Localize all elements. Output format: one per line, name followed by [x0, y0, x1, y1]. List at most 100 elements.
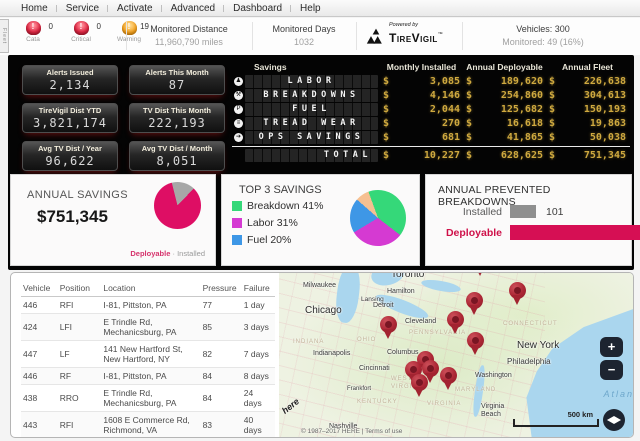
kpi-tiles: Alerts Issued2,134 Alerts This Month87 T… [22, 65, 225, 171]
map-pin[interactable] [440, 367, 457, 384]
divider [126, 22, 127, 50]
tile-avg-dist-year[interactable]: Avg TV Dist / Year96,622 [22, 141, 118, 171]
vehicles-summary: Vehicles: 300 Monitored: 49 (16%) [478, 24, 608, 47]
map-pin[interactable] [467, 332, 484, 349]
annual-fleet-header: Annual Fleet [546, 62, 629, 72]
city-label: Detroit [373, 302, 394, 309]
map-zoom-in-button[interactable]: + [600, 337, 623, 357]
col-vehicle[interactable]: Vehicle [21, 280, 58, 297]
map-zoom-out-button[interactable]: − [600, 360, 623, 380]
annual-savings-value: $751,345 [37, 207, 108, 227]
labor-icon: ♟ [234, 77, 243, 86]
city-label: Milwaukee [303, 282, 336, 289]
tile-alerts-this-month[interactable]: Alerts This Month87 [129, 65, 225, 95]
monitored-days-value: 1032 [258, 37, 350, 47]
board-row-fuel: P FUEL $2,044 $125,682 $150,193 [232, 103, 630, 116]
table-row[interactable]: 447LF141 New Hartford St, New Hartford, … [21, 341, 275, 368]
labor-swatch [232, 218, 242, 228]
installed-bar [510, 205, 536, 218]
annual-savings-pie-chart [154, 182, 201, 229]
city-label: New York [517, 340, 559, 351]
top3-legend: Breakdown 41% Labor 31% Fuel 20% [232, 200, 323, 251]
cata-label: Cata [15, 36, 51, 43]
city-label: Toronto [391, 273, 424, 280]
city-label: Indianapolis [313, 350, 350, 357]
table-row[interactable]: 424LFIE Trindle Rd, Mechanicsburg, PA853… [21, 314, 275, 341]
monthly-installed-header: Monthly Installed [380, 62, 463, 72]
top3-pie-chart [350, 190, 406, 246]
menu-advanced[interactable]: Advanced [162, 3, 224, 14]
dashboard-panel: Alerts Issued2,134 Alerts This Month87 T… [8, 55, 634, 270]
monitored-distance: Monitored Distance 11,960,790 miles [132, 24, 246, 47]
monitored-days-label: Monitored Days [258, 24, 350, 34]
critical-alert-icon [74, 21, 89, 35]
map-pin[interactable] [466, 292, 483, 309]
monitored-distance-value: 11,960,790 miles [132, 37, 246, 47]
alert-summary: 0 Cata 0 Critical 19 Warning [15, 21, 147, 43]
col-location[interactable]: Location [101, 280, 200, 297]
monitored-days: Monitored Days 1032 [258, 24, 350, 47]
annual-savings-card: ANNUAL SAVINGS $751,345 Deployable · Ins… [10, 174, 216, 266]
state-label: VIRGINIA [427, 401, 461, 407]
row-label: OPS SAVINGS [245, 131, 378, 144]
brand-text: TireVigil [389, 31, 438, 45]
map-pin[interactable] [411, 374, 428, 391]
monitored-distance-label: Monitored Distance [132, 24, 246, 34]
annual-savings-title: ANNUAL SAVINGS [27, 189, 128, 201]
breakdown-swatch [232, 201, 242, 211]
powered-by-text: Powered by [389, 23, 443, 29]
city-label: Cincinnati [359, 365, 390, 372]
layers-icon [607, 416, 621, 424]
summary-cards: ANNUAL SAVINGS $751,345 Deployable · Ins… [10, 174, 632, 266]
tile-dist-ytd[interactable]: TireVigil Dist YTD3,821,174 [22, 103, 118, 133]
breakdown-icon: ⚒ [234, 91, 243, 100]
city-label: Frankfort [347, 386, 371, 392]
menu-home[interactable]: Home [12, 3, 57, 14]
tile-alerts-issued[interactable]: Alerts Issued2,134 [22, 65, 118, 95]
state-label: INDIANA [293, 339, 324, 345]
top3-savings-card: TOP 3 SAVINGS Breakdown 41% Labor 31% Fu… [221, 174, 420, 266]
row-label: BREAKDOWNS [245, 89, 378, 102]
col-position[interactable]: Position [58, 280, 102, 297]
table-row[interactable]: 438RROE Trindle Rd, Mechanicsburg, PA842… [21, 385, 275, 412]
alert-critical[interactable]: 0 Critical [63, 21, 99, 43]
tile-dist-this-month[interactable]: TV Dist This Month222,193 [129, 103, 225, 133]
deployable-bar [510, 225, 640, 240]
alert-cata[interactable]: 0 Cata [15, 21, 51, 43]
board-row-labor: ♟ LABOR $3,085 $189,620 $226,638 [232, 75, 630, 88]
state-label: MARYLAND [455, 387, 496, 393]
map-attribution[interactable]: © 1987–2017 HERE | Terms of use [301, 428, 402, 435]
tirevigil-dashboard: Home Service Activate Advanced Dashboard… [0, 0, 640, 441]
map-layers-button[interactable] [603, 409, 625, 431]
menu-service[interactable]: Service [57, 3, 108, 14]
map-pin[interactable] [509, 282, 526, 299]
map-pin[interactable] [380, 316, 397, 333]
board-row-total: TOTAL $10,227 $628,625 $751,345 [232, 146, 630, 162]
savings-board: Savings Monthly Installed Annual Deploya… [232, 60, 630, 162]
menu-dashboard[interactable]: Dashboard [224, 3, 291, 14]
city-label: Virginia Beach [481, 403, 511, 418]
map-pin[interactable] [447, 311, 464, 328]
map-scale-bar [513, 419, 599, 427]
city-label: Chicago [305, 305, 342, 316]
vehicle-table: Vehicle Position Location Pressure Failu… [21, 280, 275, 438]
menu-activate[interactable]: Activate [108, 3, 162, 14]
deployable-bar-row: Deployable 477 [426, 225, 640, 240]
bottom-panel: Vehicle Position Location Pressure Failu… [10, 272, 634, 438]
col-failure[interactable]: Failure [242, 280, 275, 297]
table-row[interactable]: 446RFII-81, Pittston, PA771 day [21, 297, 275, 314]
tile-avg-dist-month[interactable]: Avg TV Dist / Month8,051 [129, 141, 225, 171]
map-pin[interactable] [422, 360, 439, 377]
fleet-panel-tab[interactable]: Fleet [0, 19, 9, 53]
city-label: Hamilton [387, 288, 415, 295]
critical-label: Critical [63, 36, 99, 43]
alert-map[interactable]: INDIANA OHIO PENNSYLVANIA WEST VIRGINIA … [279, 273, 633, 437]
vehicle-table-wrap: Vehicle Position Location Pressure Failu… [11, 273, 279, 437]
table-row[interactable]: 443RFI1608 E Commerce Rd, Richmond, VA83… [21, 412, 275, 439]
legend-labor: Labor 31% [232, 217, 323, 229]
col-pressure[interactable]: Pressure [201, 280, 242, 297]
top3-title: TOP 3 SAVINGS [239, 184, 322, 196]
table-row[interactable]: 446RFI-81, Pittston, PA848 days [21, 368, 275, 385]
menu-help[interactable]: Help [291, 3, 330, 14]
state-label: CONNECTICUT [503, 321, 558, 327]
